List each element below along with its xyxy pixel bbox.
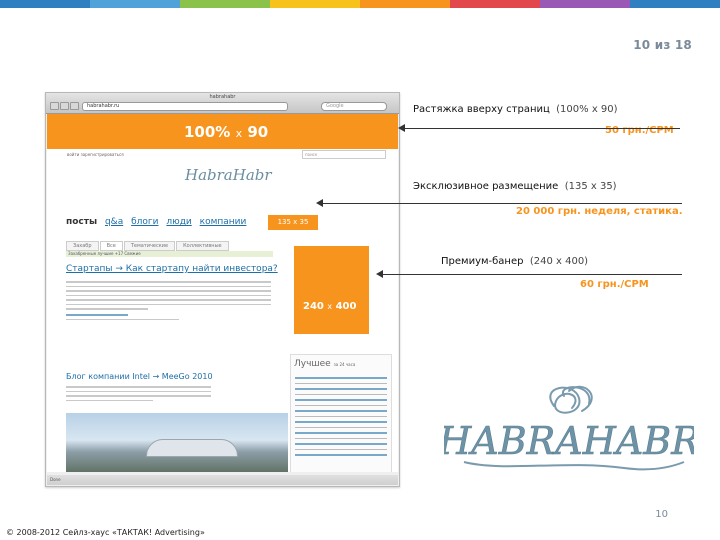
sidebar-header: Лучшее <box>294 359 331 369</box>
top-banner-size: 100% <box>184 123 231 141</box>
web-page: 100% x 90 войти зарегистрироваться поиск… <box>47 114 398 472</box>
reload-icon <box>70 102 79 110</box>
tab-subbar: Захабренные лучшие +17 Свежие <box>66 251 273 257</box>
copyright: © 2008-2012 Сейлз-хаус «ТАКТАК! Advertis… <box>6 528 205 537</box>
top-banner-placeholder: 100% x 90 <box>47 114 398 149</box>
browser-search: Google <box>321 102 387 111</box>
post-text <box>66 281 271 313</box>
page-counter: 10 из 18 <box>633 38 692 52</box>
post-text-2 <box>66 386 211 404</box>
logo-text: HABRAHABR <box>444 419 694 463</box>
browser-screenshot: habrahabr habrahabr.ru Google 100% x 90 … <box>45 92 400 487</box>
post-photo <box>66 413 288 472</box>
callout-3-title: Премиум-банер <box>441 256 524 267</box>
callout-2-title: Эксклюзивное размещение <box>413 181 559 192</box>
sidebar-header-small: за 24 часа <box>333 362 356 367</box>
top-banner-x: x <box>235 127 243 140</box>
top-banner-height: 90 <box>247 123 269 141</box>
callout-2-arrow-icon <box>316 199 323 207</box>
login-links: войти зарегистрироваться <box>67 152 124 157</box>
nav-blogs: блоги <box>131 217 159 227</box>
tab-thematic: Тематические <box>123 241 176 251</box>
side-banner-w: 240 <box>303 301 324 312</box>
callout-premium-title: Премиум-банер (240 x 400) <box>441 256 588 267</box>
callout-1-line <box>405 128 680 129</box>
nav-posts: посты <box>66 217 98 227</box>
address-bar: habrahabr.ru <box>82 102 288 111</box>
side-banner-x: x <box>327 302 333 311</box>
callout-1-dims: (100% x 90) <box>556 104 618 115</box>
browser-toolbar: habrahabr habrahabr.ru Google <box>46 93 399 114</box>
post-meta <box>66 314 271 323</box>
tab-collective: Коллективные <box>176 241 229 251</box>
callout-2-price: 20 000 грн. неделя, статика. <box>516 206 683 217</box>
slide-number: 10 <box>655 509 668 520</box>
forward-icon <box>60 102 69 110</box>
callout-3-dims: (240 x 400) <box>529 256 589 267</box>
post-title-2: Блог компании Intel → MeeGo 2010 <box>66 372 213 381</box>
best-posts-sidebar: Лучшее за 24 часа <box>290 354 392 472</box>
callout-1-title: Растяжка вверху страниц <box>413 104 550 115</box>
browser-statusbar: Done <box>47 475 398 485</box>
callout-3-arrow-icon <box>376 270 383 278</box>
tab-zahabr: Захабр <box>66 241 99 251</box>
callout-3-price: 60 грн./CPM <box>580 279 649 290</box>
nav-qa: q&a <box>104 217 124 227</box>
top-color-stripe <box>0 0 720 8</box>
side-banner-h: 400 <box>335 301 357 312</box>
site-nav: посты q&a блоги люди компании <box>66 217 251 227</box>
premium-banner-placeholder: 240 x 400 <box>294 246 369 334</box>
window-title: habrahabr <box>209 94 236 100</box>
callout-2-line <box>322 203 682 204</box>
callout-1-arrow-icon <box>398 124 405 132</box>
nav-people: люди <box>166 217 192 227</box>
callout-exclusive-title: Эксклюзивное размещение (135 x 35) <box>413 181 617 192</box>
back-icon <box>50 102 59 110</box>
tab-all: Все <box>99 241 123 251</box>
site-logo: HabraHabr <box>185 166 272 184</box>
callout-top-banner-title: Растяжка вверху страниц (100% x 90) <box>413 104 618 115</box>
callout-2-dims: (135 x 35) <box>564 181 617 192</box>
exclusive-banner-placeholder: 135 x 35 <box>268 215 318 230</box>
post-tabs: Захабр Все Тематические Коллективные <box>66 241 276 251</box>
nav-companies: компании <box>199 217 247 227</box>
habrahabr-logo: HABRAHABR <box>444 385 694 471</box>
post-title: Стартапы → Как стартапу найти инвестора? <box>66 264 278 274</box>
site-search-input: поиск <box>302 150 386 159</box>
callout-1-price: 50 грн./CPM <box>605 125 674 136</box>
callout-3-line <box>382 274 682 275</box>
